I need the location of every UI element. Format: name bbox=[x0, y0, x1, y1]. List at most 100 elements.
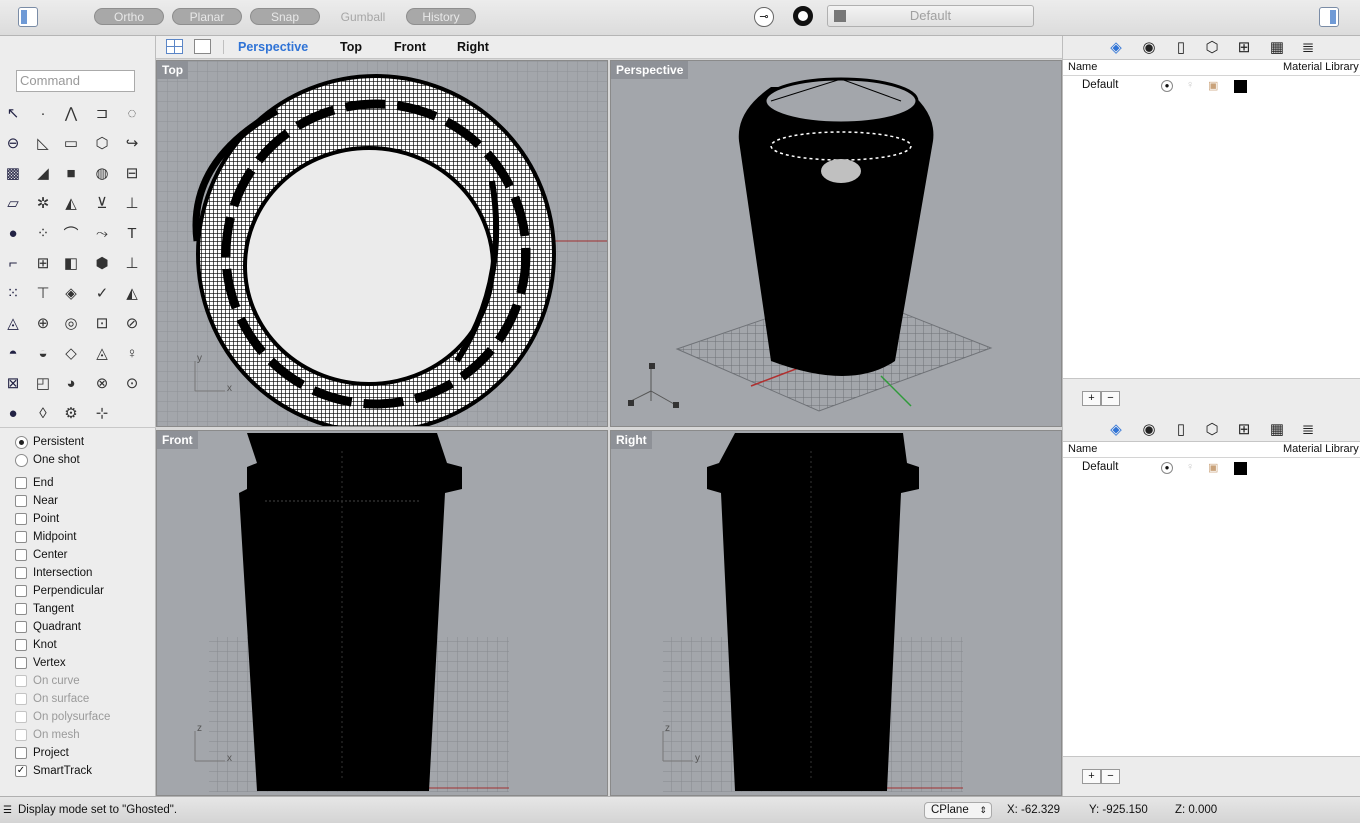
bulb-tool-icon[interactable]: ♀ bbox=[121, 342, 143, 364]
add-layer-button[interactable]: + bbox=[1082, 391, 1101, 406]
cut-tool-icon[interactable]: ◭ bbox=[121, 282, 143, 304]
snap-button[interactable]: Snap bbox=[250, 8, 320, 25]
render-icon[interactable]: ▦ bbox=[1268, 39, 1286, 57]
plane-tool-icon[interactable]: ▱ bbox=[2, 192, 24, 214]
pen-tool-icon[interactable]: ◊ bbox=[32, 402, 54, 424]
environment-tool-icon[interactable]: ⊗ bbox=[91, 372, 113, 394]
right-sidebar-toggle-icon[interactable] bbox=[1319, 7, 1339, 27]
osnap-knot-checkbox[interactable]: Knot bbox=[15, 637, 57, 653]
group-tool-icon[interactable]: ⁘ bbox=[32, 222, 54, 244]
color-wheel-tool-icon[interactable]: ◕ bbox=[60, 372, 82, 394]
cube-icon[interactable]: ⬡ bbox=[1203, 421, 1221, 439]
single-viewport-icon[interactable] bbox=[194, 39, 211, 54]
select-tool-icon[interactable]: ↖ bbox=[2, 102, 24, 124]
osnap-perpendicular-checkbox[interactable]: Perpendicular bbox=[15, 583, 104, 599]
ortho-button[interactable]: Ortho bbox=[94, 8, 164, 25]
mesh-tool-icon[interactable]: ⬢ bbox=[91, 252, 113, 274]
one-shot-radio[interactable]: One shot bbox=[15, 452, 80, 468]
explode-tool-icon[interactable]: ✲ bbox=[32, 192, 54, 214]
zoom-selected-tool-icon[interactable]: ⊘ bbox=[121, 312, 143, 334]
command-history-icon[interactable]: ☰ bbox=[3, 805, 12, 816]
ellipse-tool-icon[interactable]: ⊖ bbox=[2, 132, 24, 154]
render-icon[interactable]: ▦ bbox=[1268, 421, 1286, 439]
osnap-near-checkbox[interactable]: Near bbox=[15, 493, 58, 509]
cylinder-tool-icon[interactable]: ⊟ bbox=[121, 162, 143, 184]
light-tool-icon[interactable]: ◬ bbox=[91, 342, 113, 364]
sphere-tool-icon[interactable]: ◍ bbox=[91, 162, 113, 184]
visibility-bulb-icon[interactable]: ♀ bbox=[1186, 461, 1194, 473]
layer-color-swatch[interactable] bbox=[1234, 462, 1247, 475]
four-viewport-icon[interactable] bbox=[166, 39, 183, 54]
osnap-end-checkbox[interactable]: End bbox=[15, 475, 53, 491]
grid-array-tool-icon[interactable]: ⁙ bbox=[2, 282, 24, 304]
viewport-perspective[interactable]: Perspective bbox=[610, 60, 1062, 427]
gumball-button[interactable]: Gumball bbox=[328, 8, 398, 25]
panels-icon[interactable]: ⊞ bbox=[1235, 421, 1253, 439]
layer-color-swatch[interactable] bbox=[1234, 80, 1247, 93]
osnap-intersection-checkbox[interactable]: Intersection bbox=[15, 565, 92, 581]
cplane-select[interactable]: CPlane ⇕ bbox=[924, 802, 992, 819]
osnap-smarttrack-checkbox[interactable]: ✓ SmartTrack bbox=[15, 763, 92, 779]
lock-icon[interactable]: ▣ bbox=[1208, 79, 1218, 92]
viewport-front[interactable]: z x Front bbox=[156, 430, 608, 796]
orbit-tool-icon[interactable]: ◓ bbox=[2, 342, 24, 364]
blend-tool-icon[interactable]: ⤳ bbox=[91, 222, 113, 244]
page-icon[interactable]: ▯ bbox=[1172, 39, 1190, 57]
target-icon[interactable]: ⊸ bbox=[754, 7, 774, 27]
zoom-extents-tool-icon[interactable]: ⊡ bbox=[91, 312, 113, 334]
polyline-tool-icon[interactable]: ⋀ bbox=[60, 102, 82, 124]
arc-tool-icon[interactable]: ◺ bbox=[32, 132, 54, 154]
move-tool-icon[interactable]: ⊤ bbox=[32, 282, 54, 304]
current-layer-icon[interactable]: ● bbox=[1161, 462, 1173, 474]
layer-row[interactable]: Default ● ♀ ▣ bbox=[1063, 459, 1360, 477]
tab-front[interactable]: Front bbox=[394, 40, 426, 54]
cube-icon[interactable]: ⬡ bbox=[1203, 39, 1221, 57]
curve-edit-tool-icon[interactable]: ⌒ bbox=[60, 222, 82, 244]
array-tool-icon[interactable]: ⊞ bbox=[32, 252, 54, 274]
panels-icon[interactable]: ⊞ bbox=[1235, 39, 1253, 57]
circle-tool-icon[interactable]: ◌ bbox=[121, 102, 143, 124]
viewport-right[interactable]: z y Right bbox=[610, 430, 1062, 796]
notes-icon[interactable]: ≣ bbox=[1299, 39, 1317, 57]
material-icon[interactable]: ◉ bbox=[1140, 39, 1158, 57]
viewport-title-perspective[interactable]: Perspective bbox=[611, 61, 689, 79]
left-sidebar-toggle-icon[interactable] bbox=[18, 7, 38, 27]
paint-tool-icon[interactable]: ◬ bbox=[2, 312, 24, 334]
add-layer-button[interactable]: + bbox=[1082, 769, 1101, 784]
current-layer-icon[interactable]: ● bbox=[1161, 80, 1173, 92]
box-tool-icon[interactable]: ■ bbox=[60, 162, 82, 184]
osnap-quadrant-checkbox[interactable]: Quadrant bbox=[15, 619, 81, 635]
material-icon[interactable]: ◉ bbox=[1140, 421, 1158, 439]
tab-perspective[interactable]: Perspective bbox=[238, 40, 308, 54]
osnap-point-checkbox[interactable]: Point bbox=[15, 511, 59, 527]
extrude-tool-icon[interactable]: ◢ bbox=[32, 162, 54, 184]
text-tool-icon[interactable]: T bbox=[121, 222, 143, 244]
viewport-title-top[interactable]: Top bbox=[157, 61, 189, 79]
layers-icon[interactable]: ◈ bbox=[1107, 421, 1125, 439]
point-tool-icon[interactable]: · bbox=[32, 102, 54, 124]
osnap-midpoint-checkbox[interactable]: Midpoint bbox=[15, 529, 76, 545]
rotate-tool-icon[interactable]: ◈ bbox=[60, 282, 82, 304]
mirror-tool-icon[interactable]: ◧ bbox=[60, 252, 82, 274]
material-tool-icon[interactable]: ◰ bbox=[32, 372, 54, 394]
lock-icon[interactable]: ▣ bbox=[1208, 461, 1218, 474]
dimension-tool-icon[interactable]: ⌐ bbox=[2, 252, 24, 274]
split-tool-icon[interactable]: ⊥ bbox=[121, 192, 143, 214]
zoom-window-tool-icon[interactable]: ◎ bbox=[60, 312, 82, 334]
tab-right[interactable]: Right bbox=[457, 40, 489, 54]
trim-tool-icon[interactable]: ⊻ bbox=[91, 192, 113, 214]
layer-row[interactable]: Default ● ♀ ▣ bbox=[1063, 77, 1360, 95]
surface-tool-icon[interactable]: ▩ bbox=[2, 162, 24, 184]
ball-tool-icon[interactable]: ● bbox=[2, 402, 24, 424]
viewport-title-right[interactable]: Right bbox=[611, 431, 652, 449]
remove-layer-button[interactable]: − bbox=[1101, 391, 1120, 406]
ring-icon[interactable] bbox=[793, 6, 813, 26]
column-name[interactable]: Name bbox=[1068, 443, 1097, 455]
check-tool-icon[interactable]: ✓ bbox=[91, 282, 113, 304]
planar-button[interactable]: Planar bbox=[172, 8, 242, 25]
column-material[interactable]: Material Library bbox=[1283, 443, 1359, 455]
nodes-tool-icon[interactable]: ⊹ bbox=[91, 402, 113, 424]
visibility-bulb-icon[interactable]: ♀ bbox=[1186, 79, 1194, 91]
car-tool-icon[interactable]: ◒ bbox=[32, 342, 54, 364]
project-tool-icon[interactable]: ⊥ bbox=[121, 252, 143, 274]
